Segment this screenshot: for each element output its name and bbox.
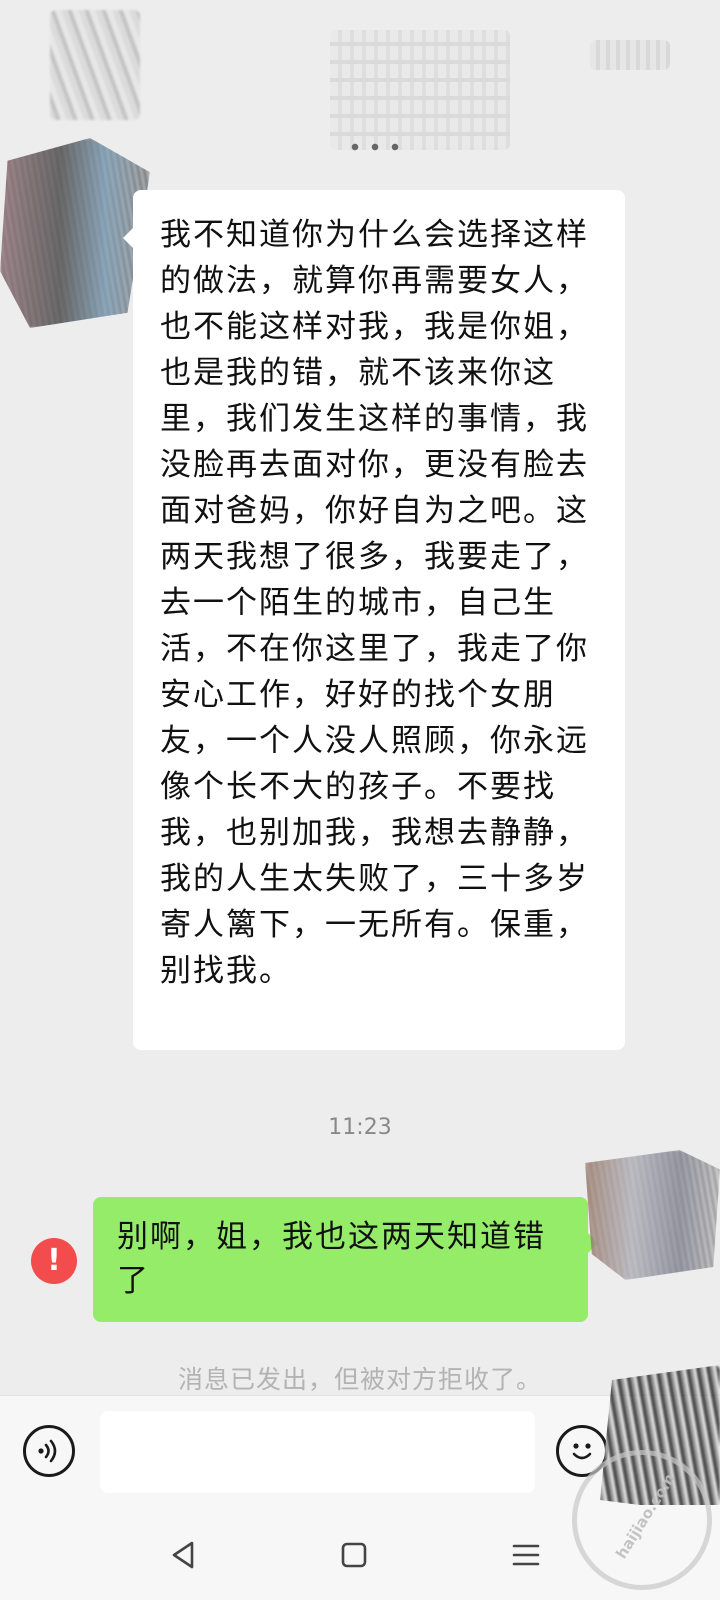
censored-header-area (50, 10, 140, 120)
watermark-text: haijiao.com (612, 1470, 679, 1562)
censored-my-avatar[interactable] (585, 1150, 720, 1280)
menu-lines-icon[interactable] (506, 1535, 546, 1575)
incoming-message-bubble[interactable]: 我不知道你为什么会选择这样的做法，就算你再需要女人，也不能这样对我，我是你姐，也… (123, 190, 625, 1050)
voice-icon[interactable] (23, 1425, 75, 1477)
watermark-logo: haijiao.com (572, 1450, 712, 1590)
censored-title-dots (345, 142, 405, 152)
message-timestamp: 11:23 (328, 1115, 392, 1140)
voice-wave-icon (38, 1439, 57, 1463)
home-square-icon[interactable] (334, 1535, 374, 1575)
censored-header-right (590, 40, 670, 70)
send-failed-icon[interactable]: ! (31, 1238, 77, 1284)
chat-screen: 我不知道你为什么会选择这样的做法，就算你再需要女人，也不能这样对我，我是你姐，也… (0, 0, 720, 1600)
outgoing-message-text: 别啊，姐，我也这两天知道错了 (117, 1219, 546, 1299)
smiley-face-icon (572, 1443, 592, 1460)
back-triangle-icon[interactable] (164, 1535, 204, 1575)
incoming-message-text: 我不知道你为什么会选择这样的做法，就算你再需要女人，也不能这样对我，我是你姐，也… (160, 217, 589, 989)
message-input[interactable] (100, 1411, 535, 1493)
censored-title-area (330, 30, 510, 150)
outgoing-message-bubble[interactable]: 别啊，姐，我也这两天知道错了 (93, 1197, 598, 1322)
